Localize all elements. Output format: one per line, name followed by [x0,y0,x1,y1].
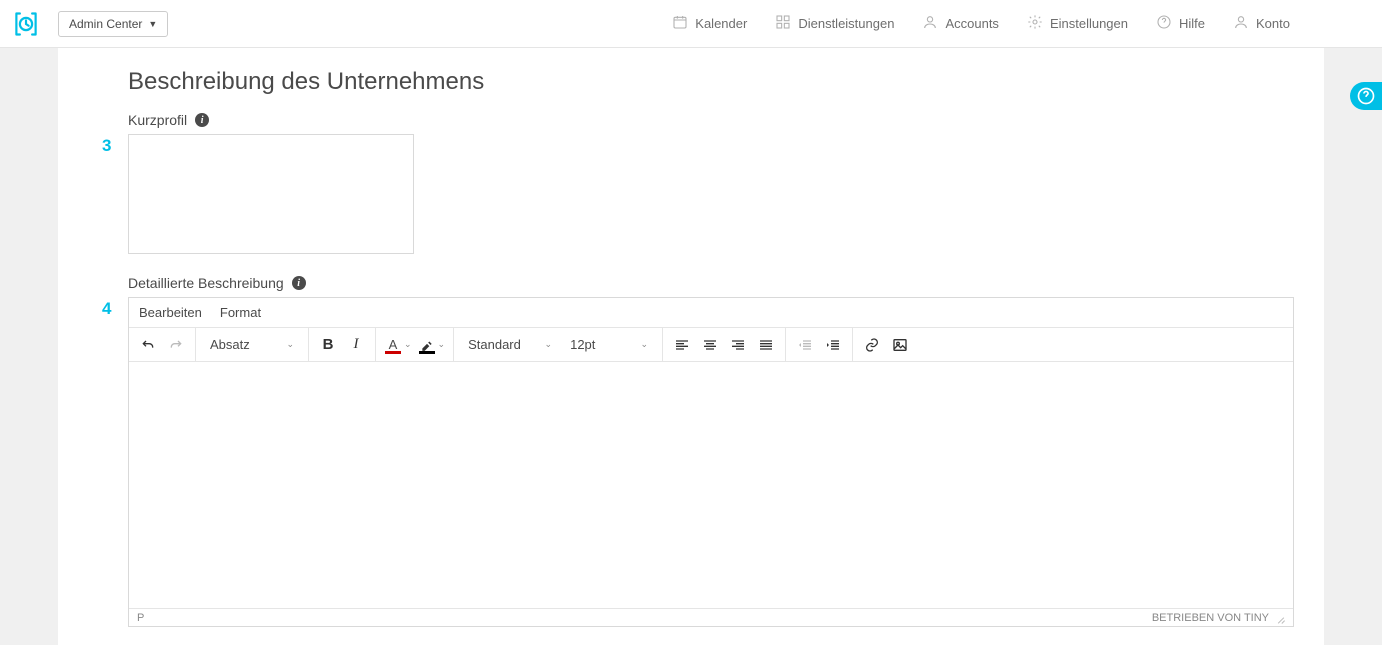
italic-button[interactable]: I [343,332,369,358]
info-icon[interactable]: i [292,276,306,290]
admin-center-dropdown[interactable]: Admin Center ▼ [58,11,168,37]
resize-handle-icon[interactable] [1275,613,1285,623]
nav-label: Einstellungen [1050,16,1128,31]
menu-format[interactable]: Format [218,302,263,323]
rich-text-editor: Bearbeiten Format Abs [128,297,1294,627]
editor-powered-by[interactable]: BETRIEBEN VON TINY [1152,612,1269,624]
background-color-button[interactable]: ⌄ [416,336,448,354]
block-format-value: Absatz [210,337,250,352]
nav-konto[interactable]: Konto [1233,14,1290,33]
text-color-button[interactable]: A ⌄ [382,336,414,354]
redo-button[interactable] [163,332,189,358]
chevron-down-icon: ⌄ [286,339,294,350]
shortprofile-block: 3 Kurzprofil i [128,112,1294,257]
step-number-3: 3 [102,136,111,156]
undo-button[interactable] [135,332,161,358]
chevron-down-icon: ⌄ [641,339,649,350]
grid-icon [775,14,791,33]
editor-body[interactable] [129,362,1293,608]
font-family-value: Standard [468,337,521,352]
editor-path: P [137,612,144,624]
nav-label: Dienstleistungen [798,16,894,31]
content: Beschreibung des Unternehmens 3 Kurzprof… [58,48,1324,645]
calendar-icon [672,14,688,33]
nav-accounts[interactable]: Accounts [922,14,998,33]
user-icon [922,14,938,33]
admin-center-label: Admin Center [69,17,142,31]
nav-einstellungen[interactable]: Einstellungen [1027,14,1128,33]
align-right-button[interactable] [725,332,751,358]
editor-menubar: Bearbeiten Format [129,298,1293,328]
nav-kalender[interactable]: Kalender [672,14,747,33]
shortprofile-label: Kurzprofil [128,112,187,128]
top-bar: Admin Center ▼ Kalender Dienstleistungen… [0,0,1382,48]
link-button[interactable] [859,332,885,358]
page-title: Beschreibung des Unternehmens [128,68,1294,96]
nav-label: Konto [1256,16,1290,31]
user-icon [1233,14,1249,33]
nav-label: Kalender [695,16,747,31]
menu-edit[interactable]: Bearbeiten [137,302,204,323]
info-icon[interactable]: i [195,113,209,127]
align-justify-button[interactable] [753,332,779,358]
step-number-4: 4 [102,299,111,319]
chevron-down-icon: ⌄ [404,339,412,350]
align-center-button[interactable] [697,332,723,358]
align-left-button[interactable] [669,332,695,358]
font-size-select[interactable]: 12pt ⌄ [562,337,656,352]
detailed-label: Detaillierte Beschreibung [128,275,284,291]
top-nav: Kalender Dienstleistungen Accounts Einst… [672,14,1370,33]
block-format-select[interactable]: Absatz ⌄ [202,337,302,352]
indent-button[interactable] [820,332,846,358]
image-button[interactable] [887,332,913,358]
font-family-select[interactable]: Standard ⌄ [460,337,560,352]
content-wrap: Beschreibung des Unternehmens 3 Kurzprof… [0,48,1382,645]
chevron-down-icon: ▼ [148,19,157,29]
shortprofile-input[interactable] [128,134,414,254]
nav-label: Accounts [945,16,998,31]
help-icon [1156,14,1172,33]
shortprofile-label-row: Kurzprofil i [128,112,1294,128]
nav-label: Hilfe [1179,16,1205,31]
outdent-button[interactable] [792,332,818,358]
help-fab[interactable] [1350,82,1382,110]
nav-hilfe[interactable]: Hilfe [1156,14,1205,33]
detailed-label-row: Detaillierte Beschreibung i [128,275,1294,291]
chevron-down-icon: ⌄ [438,339,446,350]
bold-button[interactable]: B [315,332,341,358]
nav-dienstleistungen[interactable]: Dienstleistungen [775,14,894,33]
font-size-value: 12pt [570,337,595,352]
chevron-down-icon: ⌄ [545,339,553,350]
editor-toolbar: Absatz ⌄ B I A ⌄ [129,328,1293,362]
gear-icon [1027,14,1043,33]
detailed-block: 4 Detaillierte Beschreibung i Bearbeiten… [128,275,1294,627]
brand-logo [12,10,40,38]
